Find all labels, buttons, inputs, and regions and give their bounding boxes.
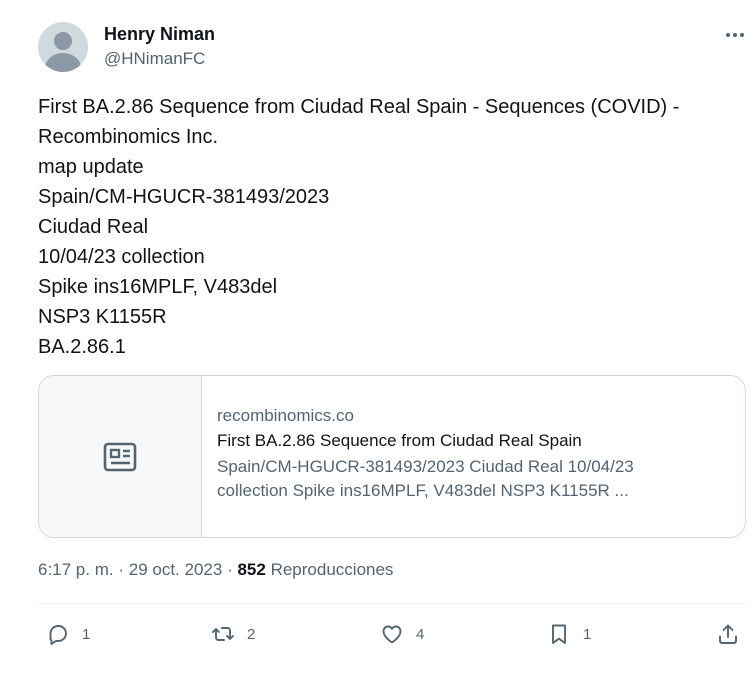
tweet-line: 10/04/23 collection bbox=[38, 246, 205, 268]
divider bbox=[38, 603, 746, 604]
avatar[interactable] bbox=[38, 22, 88, 72]
card-description-line: collection Spike ins16MPLF, V483del NSP3… bbox=[217, 481, 629, 500]
share-button[interactable] bbox=[716, 620, 740, 648]
tweet-line: map update bbox=[38, 156, 144, 178]
tweet-text: First BA.2.86 Sequence from Ciudad Real … bbox=[38, 92, 748, 362]
bookmark-count: 1 bbox=[583, 625, 592, 643]
tweet-line: BA.2.86.1 bbox=[38, 336, 126, 358]
link-card[interactable]: recombinomics.co First BA.2.86 Sequence … bbox=[38, 375, 746, 538]
card-title: First BA.2.86 Sequence from Ciudad Real … bbox=[217, 431, 582, 450]
meta-separator: · bbox=[227, 560, 233, 579]
bookmark-button[interactable]: 1 bbox=[547, 620, 591, 648]
article-icon bbox=[103, 442, 137, 471]
tweet-line: Recombinomics Inc. bbox=[38, 126, 219, 148]
tweet-line: Spain/CM-HGUCR-381493/2023 bbox=[38, 186, 330, 208]
repost-button[interactable]: 2 bbox=[211, 620, 255, 648]
meta-separator: · bbox=[118, 560, 125, 579]
repost-count: 2 bbox=[247, 625, 256, 643]
tweet-line: NSP3 K1155R bbox=[38, 306, 167, 328]
reply-count: 1 bbox=[82, 625, 91, 643]
card-thumbnail bbox=[39, 376, 202, 537]
like-count: 4 bbox=[416, 625, 425, 643]
tweet-line: First BA.2.86 Sequence from Ciudad Real … bbox=[38, 96, 680, 118]
views-count: 852 bbox=[237, 560, 266, 579]
share-icon bbox=[719, 624, 737, 644]
card-description-line: Spain/CM-HGUCR-381493/2023 Ciudad Real 1… bbox=[217, 457, 634, 476]
like-button[interactable]: 4 bbox=[380, 620, 424, 648]
repost-icon bbox=[212, 627, 234, 641]
reply-button[interactable]: 1 bbox=[46, 620, 90, 648]
views-label: Reproducciones bbox=[270, 560, 394, 579]
heart-icon bbox=[382, 625, 402, 644]
tweet-date[interactable]: 29 oct. 2023 bbox=[129, 560, 223, 579]
author-handle[interactable]: @HNimanFC bbox=[104, 49, 205, 69]
card-domain: recombinomics.co bbox=[217, 406, 354, 425]
reply-icon bbox=[49, 625, 67, 645]
tweet-time[interactable]: 6:17 p. m. bbox=[38, 560, 114, 579]
tweet-line: Spike ins16MPLF, V483del bbox=[38, 276, 278, 298]
more-options-icon[interactable] bbox=[722, 22, 748, 48]
tweet-line: Ciudad Real bbox=[38, 216, 149, 238]
card-body: recombinomics.co First BA.2.86 Sequence … bbox=[217, 405, 737, 503]
default-avatar-icon bbox=[54, 32, 72, 50]
bookmark-icon bbox=[552, 624, 566, 644]
author-name[interactable]: Henry Niman bbox=[104, 24, 215, 45]
tweet-meta: 6:17 p. m. · 29 oct. 2023 · 852 Reproduc… bbox=[38, 560, 393, 580]
